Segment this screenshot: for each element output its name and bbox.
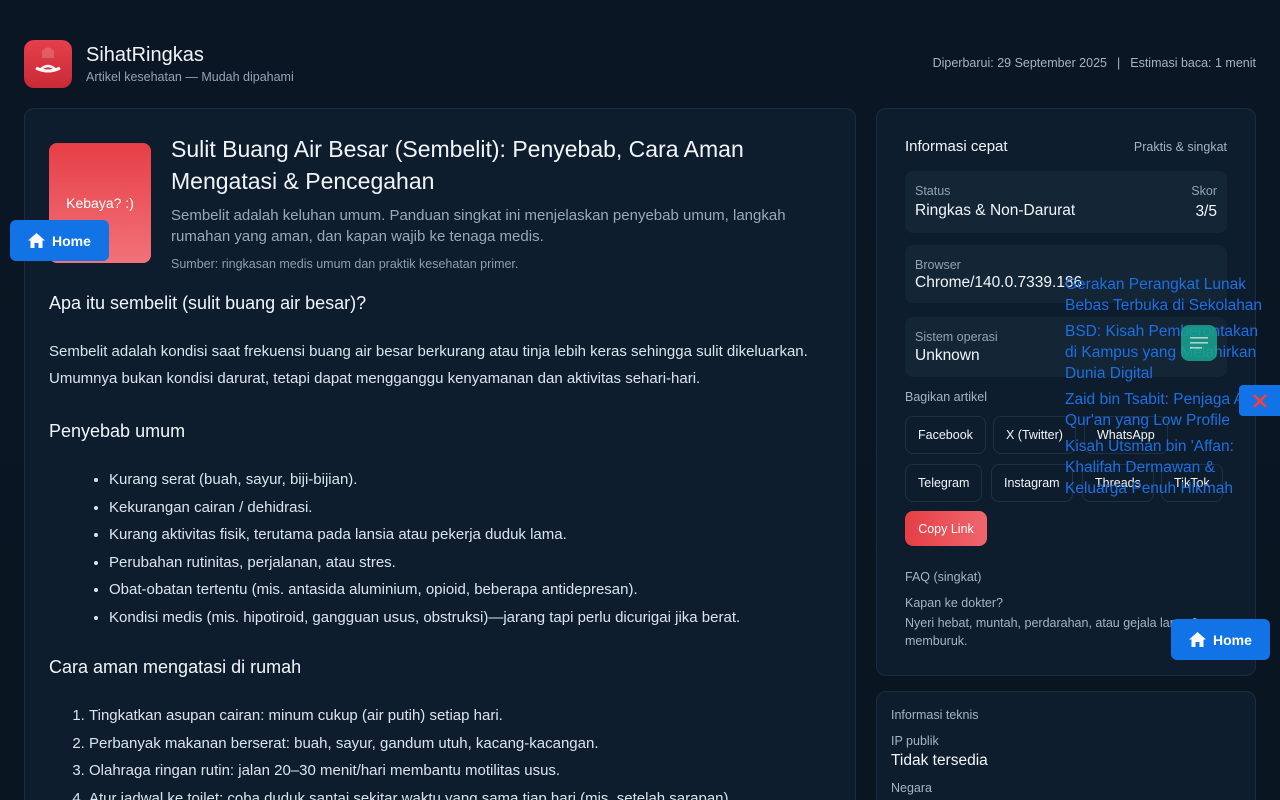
menu-icon — [1190, 337, 1208, 349]
ip-label: IP publik — [891, 734, 939, 748]
menu-button[interactable] — [1181, 325, 1217, 361]
list-item: Kurang serat (buah, sayur, biji-bijian). — [109, 466, 839, 494]
logo-icon — [35, 47, 61, 73]
home-icon — [1189, 632, 1206, 647]
related-link[interactable]: Gerakan Perangkat Lunak Bebas Terbuka di… — [1065, 274, 1265, 316]
status-box: Status Ringkas & Non-Darurat Skor 3/5 — [905, 171, 1227, 233]
browser-value: Chrome/140.0.7339.186 — [915, 274, 1083, 291]
quick-info-title: Informasi cepat — [905, 138, 1008, 155]
faq-answer: Nyeri hebat, muntah, perdarahan, atau ge… — [905, 616, 1199, 648]
list-item: Obat-obatan tertentu (mis. antasida alum… — [109, 576, 839, 604]
brand-subtitle: Artikel kesehatan — Mudah dipahami — [86, 70, 294, 84]
faq-question: Kapan ke dokter? — [905, 596, 1003, 610]
section-heading: Cara aman mengatasi di rumah — [49, 657, 302, 677]
section-heading: Penyebab umum — [49, 421, 186, 441]
tech-info-title: Informasi teknis — [891, 708, 979, 722]
faq-label: FAQ (singkat) — [905, 570, 982, 584]
close-overlay-button[interactable] — [1239, 385, 1280, 416]
home-button-right[interactable]: Home — [1171, 619, 1270, 660]
list-item: Kurang aktivitas fisik, terutama pada la… — [109, 521, 839, 549]
section-paragraph: Sembelit adalah kondisi saat frekuensi b… — [49, 343, 808, 387]
home-icon — [28, 233, 45, 248]
os-label: Sistem operasi — [915, 330, 998, 344]
related-link[interactable]: BSD: Kisah Pemberontakan di Kampus yang … — [1065, 321, 1265, 384]
home-label: Home — [52, 232, 91, 249]
article-card: Kebaya? :) Sulit Buang Air Besar (Sembel… — [24, 108, 856, 800]
article-content: Apa itu sembelit (sulit buang air besar)… — [49, 293, 839, 800]
share-instagram-button[interactable]: Instagram — [991, 464, 1073, 502]
reading-time: Estimasi baca: 1 menit — [1130, 56, 1256, 70]
ip-value: Tidak tersedia — [891, 752, 988, 769]
list-item: Perubahan rutinitas, perjalanan, atau st… — [109, 549, 839, 577]
home-button-left[interactable]: Home — [10, 220, 109, 261]
list-item: Atur jadwal ke toilet: coba duduk santai… — [89, 785, 839, 800]
site-logo[interactable] — [24, 40, 72, 88]
brand-title[interactable]: SihatRingkas — [86, 44, 204, 67]
country-label: Negara — [891, 781, 932, 795]
article-meta: Diperbarui: 29 September 2025 | Estimasi b… — [933, 56, 1256, 70]
related-link[interactable]: Kisah Utsman bin 'Affan: Khalifah Dermaw… — [1065, 436, 1265, 499]
list-item: Perbanyak makanan berserat: buah, sayur,… — [89, 730, 839, 758]
section-heading: Apa itu sembelit (sulit buang air besar)… — [49, 293, 367, 313]
remedies-list: Tingkatkan asupan cairan: minum cukup (a… — [49, 702, 839, 800]
list-item: Kondisi medis (mis. hipotiroid, gangguan… — [109, 604, 839, 632]
updated-date: Diperbarui: 29 September 2025 — [932, 56, 1107, 70]
article-title: Sulit Buang Air Besar (Sembelit): Penyeb… — [171, 136, 744, 194]
tech-info-card: Informasi teknis IP publik Tidak tersedi… — [876, 691, 1256, 800]
score-label: Skor — [1191, 184, 1217, 198]
related-links-overlay: Gerakan Perangkat Lunak Bebas Terbuka di… — [1065, 274, 1265, 504]
share-label: Bagikan artikel — [905, 390, 987, 404]
causes-list: Kurang serat (buah, sayur, biji-bijian).… — [49, 466, 839, 631]
share-telegram-button[interactable]: Telegram — [905, 464, 983, 502]
close-icon — [1252, 393, 1267, 408]
status-value: Ringkas & Non-Darurat — [915, 202, 1076, 219]
score-value: 3/5 — [1195, 203, 1217, 220]
list-item: Tingkatkan asupan cairan: minum cukup (a… — [89, 702, 839, 730]
share-twitter-button[interactable]: X (Twitter) — [993, 416, 1076, 454]
os-value: Unknown — [915, 347, 980, 364]
article-source: Sumber: ringkasan medis umum dan praktik… — [171, 257, 519, 271]
list-item: Kekurangan cairan / dehidrasi. — [109, 494, 839, 522]
status-label: Status — [915, 184, 951, 198]
list-item: Olahraga ringan rutin: jalan 20–30 menit… — [89, 757, 839, 785]
site-header: SihatRingkas Artikel kesehatan — Mudah d… — [24, 40, 1256, 88]
article-description: Sembelit adalah keluhan umum. Panduan si… — [171, 207, 786, 245]
copy-link-button[interactable]: Copy Link — [905, 511, 987, 546]
share-facebook-button[interactable]: Facebook — [905, 416, 986, 454]
browser-label: Browser — [915, 258, 961, 272]
home-label: Home — [1213, 631, 1252, 648]
meta-separator: | — [1117, 56, 1121, 70]
related-link[interactable]: Zaid bin Tsabit: Penjaga Al-Qur'an yang … — [1065, 389, 1265, 431]
quick-info-note: Praktis & singkat — [1133, 140, 1227, 154]
